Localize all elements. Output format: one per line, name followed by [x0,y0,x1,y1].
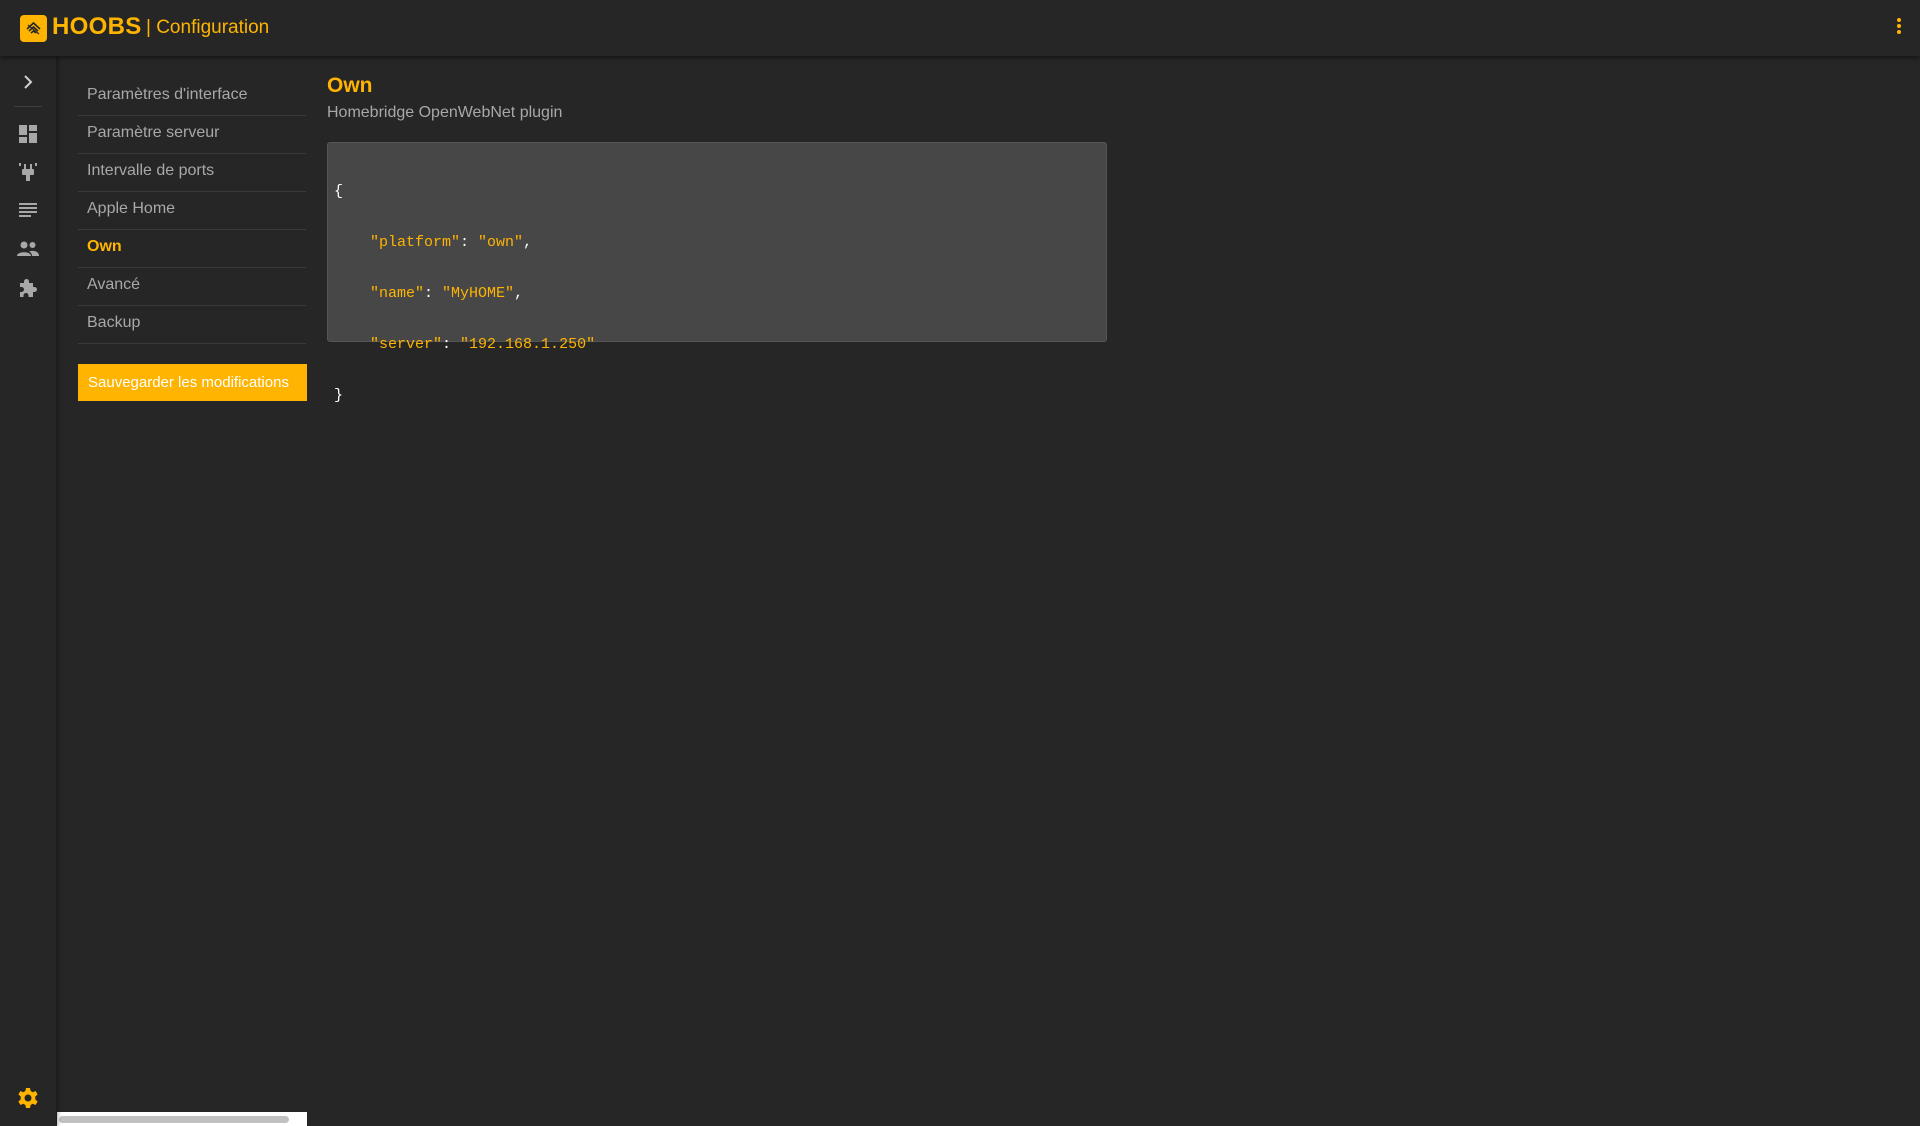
chevron-right-icon[interactable] [16,70,40,94]
dashboard-icon[interactable] [16,122,40,146]
section-apple-home[interactable]: Apple Home [78,192,306,230]
section-port-range[interactable]: Intervalle de ports [78,154,306,192]
section-own[interactable]: Own [78,230,306,268]
colon: : [442,336,461,353]
open-brace: { [334,183,344,200]
code-line: "name": "MyHOME", [334,285,1100,302]
log-icon[interactable] [16,198,40,222]
json-key: "platform" [370,234,461,251]
page-subtitle: Homebridge OpenWebNet plugin [327,104,563,121]
puzzle-icon[interactable] [16,276,40,300]
json-value: "MyHOME" [442,285,515,302]
code-line: "server": "192.168.1.250" [334,336,1100,353]
save-changes-button[interactable]: Sauvegarder les modifications [78,364,307,401]
colon: : [460,234,479,251]
plugin-header: Own Homebridge OpenWebNet plugin [327,74,562,122]
json-value: "192.168.1.250" [460,336,596,353]
trail: , [514,285,524,302]
hoobs-logo-icon [20,15,47,42]
nav-rail [0,56,56,1126]
page-title: Own [327,74,373,97]
config-json-editor[interactable]: { "platform": "own", "name": "MyHOME", "… [327,142,1107,404]
plug-icon[interactable] [16,160,40,184]
users-icon[interactable] [16,237,40,261]
code-line: { [334,183,1100,200]
gear-icon[interactable] [16,1086,40,1110]
horizontal-scrollbar[interactable] [57,1112,307,1126]
section-server[interactable]: Paramètre serveur [78,116,306,154]
app-header: HOOBS | Configuration [0,0,1920,56]
code-line: "platform": "own", [334,234,1100,251]
section-backup[interactable]: Backup [78,306,306,344]
scrollbar-thumb[interactable] [59,1116,289,1123]
more-vert-icon[interactable] [1896,18,1902,38]
json-value: "own" [478,234,524,251]
brand-name: HOOBS [52,13,142,40]
json-key: "name" [370,285,425,302]
section-advanced[interactable]: Avancé [78,268,306,306]
colon: : [424,285,443,302]
rail-divider [14,106,42,107]
section-interface[interactable]: Paramètres d'interface [78,78,306,116]
settings-sections: Paramètres d'interface Paramètre serveur… [78,78,306,344]
close-brace: } [334,387,344,404]
trail: , [523,234,533,251]
json-key: "server" [370,336,443,353]
page-section-title: | Configuration [146,17,270,38]
code-line: } [334,387,1100,404]
